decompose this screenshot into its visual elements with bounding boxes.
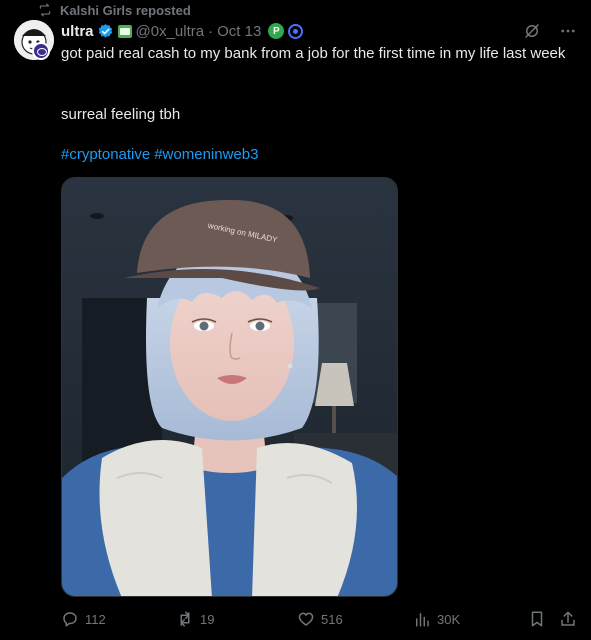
tweet-text: got paid real cash to my bank from a job…: [61, 44, 571, 64]
tweet-header: ultra @0x_ultra · Oct 13 P: [61, 20, 577, 42]
hashtag-link[interactable]: #cryptonative: [61, 146, 150, 163]
repost-icon: [39, 3, 51, 17]
p-badge-icon[interactable]: P: [268, 23, 285, 39]
heart-icon: [298, 612, 314, 626]
repost-icon: [180, 611, 190, 627]
share-icon: [561, 611, 575, 626]
verified-icon[interactable]: [97, 23, 114, 40]
repost-button[interactable]: 19: [176, 610, 214, 628]
views-button[interactable]: 30K: [413, 610, 460, 628]
share-button[interactable]: [559, 610, 577, 628]
separator: ·: [208, 22, 214, 40]
affiliate-badge-icon[interactable]: [117, 24, 132, 38]
like-button[interactable]: 516: [297, 610, 343, 628]
like-count: 516: [321, 611, 343, 627]
tweet-actions: 112 19 516 30K: [61, 606, 579, 632]
view-count: 30K: [437, 611, 461, 627]
hashtag-link[interactable]: #womeninweb3: [154, 146, 258, 163]
hashtags: #cryptonative #womeninweb3: [61, 145, 262, 165]
more-icon[interactable]: [559, 22, 577, 40]
handle[interactable]: @0x_ultra: [136, 23, 205, 40]
timestamp[interactable]: Oct 13: [217, 23, 261, 40]
header-actions: [523, 22, 577, 40]
reply-count: 112: [85, 611, 106, 627]
repost-indicator[interactable]: Kalshi Girls reposted: [38, 2, 191, 18]
display-name[interactable]: ultra: [61, 23, 94, 40]
grok-icon[interactable]: [523, 22, 541, 40]
bookmark-button[interactable]: [528, 610, 546, 628]
views-icon: [416, 613, 429, 627]
reply-button[interactable]: 112: [61, 610, 106, 628]
selfie-photo: working on MILADY: [62, 178, 397, 596]
community-badge-icon: [32, 42, 50, 60]
ring-badge-icon[interactable]: [288, 23, 304, 39]
reply-icon: [63, 612, 77, 627]
tweet-media-image[interactable]: working on MILADY: [61, 177, 398, 597]
repost-label: Kalshi Girls reposted: [60, 2, 191, 18]
tweet-body-line1: got paid real cash to my bank from a job…: [61, 45, 566, 62]
bookmark-icon: [531, 611, 543, 627]
tweet-body-line2: surreal feeling tbh: [61, 106, 181, 123]
repost-count: 19: [200, 611, 215, 627]
